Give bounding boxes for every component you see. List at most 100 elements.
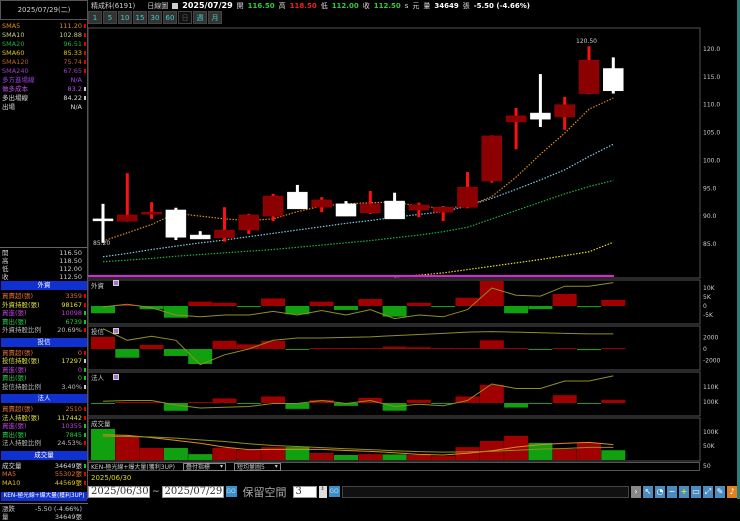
bar	[552, 293, 577, 306]
stock-chart: 120.0 115.0 110.0 105.0 100.0 95.0 90.0 85.0 120…	[87, 27, 721, 462]
bar	[601, 399, 626, 403]
candle-body	[603, 68, 624, 92]
ma-line-sma10	[102, 143, 614, 258]
candle-body	[408, 204, 430, 211]
bar	[358, 298, 383, 306]
chevron-down-icon: ▾	[219, 463, 223, 470]
y-tick-label: 50K	[703, 443, 716, 450]
fit-icon[interactable]: ⤢	[703, 485, 713, 498]
bar	[552, 348, 577, 349]
bar	[309, 301, 334, 306]
candle-body	[481, 135, 503, 182]
draw-icon[interactable]: ✎	[715, 485, 725, 498]
go-button[interactable]: GO	[225, 486, 237, 497]
bar	[601, 348, 626, 349]
holding-line	[102, 328, 614, 366]
date-range-toolbar: 2025/06/30 ~ 2025/07/29 GO 保留空間 3 ⇕ GO ›…	[88, 485, 737, 499]
settings-icon[interactable]	[113, 328, 119, 334]
go-button-2[interactable]: GO	[328, 486, 340, 497]
bar	[91, 428, 115, 460]
vol-select-value: 短均量圖5	[236, 464, 265, 471]
divider	[0, 503, 88, 504]
overlay-select-value: 疊付指標	[185, 464, 210, 471]
bar	[358, 348, 383, 349]
settings-icon[interactable]	[113, 374, 119, 380]
reserve-space-input[interactable]: 3	[292, 485, 317, 498]
clock-icon[interactable]: ◔	[655, 485, 665, 498]
bar	[406, 302, 431, 306]
end-date-value: 2025/07/29	[164, 486, 223, 497]
cursor-icon[interactable]: ↖	[643, 485, 653, 498]
y-tick-label: 2000	[703, 334, 718, 341]
bar	[601, 450, 626, 460]
bar	[309, 453, 334, 460]
bar	[334, 306, 358, 310]
bell-icon[interactable]: ♪	[727, 485, 737, 498]
overlay-indicator-select[interactable]: 疊付指標 ▾	[182, 462, 226, 471]
end-date-input[interactable]: 2025/07/29	[161, 485, 224, 498]
y-tick-label: 85.0	[703, 241, 717, 248]
y-tick-label: 100K	[703, 429, 719, 436]
panel-label-inst: 法人	[91, 374, 104, 382]
bar	[188, 402, 213, 403]
y-tick-label: -2000	[703, 358, 721, 365]
y-tick-label: 115.0	[703, 74, 720, 81]
bar	[528, 403, 553, 404]
candle-body	[578, 59, 600, 94]
scrollbar[interactable]	[341, 485, 629, 498]
bar	[431, 306, 456, 307]
y-tick-label: 0	[703, 303, 707, 310]
y-tick-label: 90.0	[703, 213, 717, 220]
scroll-right-icon[interactable]: ›	[631, 485, 641, 498]
bar	[479, 384, 504, 403]
reserve-space-label: 保留空間	[242, 485, 287, 499]
bar	[382, 346, 407, 349]
bar	[236, 449, 261, 460]
indicator-bar: KEN-極光線+爆大量(獲利3UP) 疊付指標 ▾ 短均量圖5 ▾	[88, 462, 700, 471]
cursor-date: 2025/06/30	[91, 474, 132, 482]
candle-body	[530, 112, 551, 120]
window-icon[interactable]: ▭	[691, 485, 701, 498]
bar	[431, 456, 456, 460]
price-annotation: 120.50	[576, 38, 597, 45]
candle-body	[384, 200, 405, 220]
start-date-value: 2025/06/30	[91, 486, 149, 497]
bar	[139, 344, 164, 349]
zoom-in-icon[interactable]: +	[679, 485, 689, 498]
panel-label-trust: 投信	[91, 328, 104, 336]
spinner-icon[interactable]: ⇕	[318, 485, 327, 498]
candle-body	[335, 203, 357, 217]
chevron-down-icon: ▾	[274, 463, 278, 470]
row-value: 34649張	[55, 513, 86, 521]
bar	[504, 403, 529, 408]
bar	[504, 306, 529, 314]
bar	[188, 454, 213, 460]
info-row: 漲跌 -5.50 (-4.66%)	[2, 505, 86, 513]
bar	[212, 447, 237, 460]
bar	[431, 348, 456, 349]
candle-body	[141, 211, 162, 215]
start-date-input[interactable]: 2025/06/30	[88, 485, 150, 498]
volume-indicator-select[interactable]: 短均量圖5 ▾	[233, 462, 281, 471]
bar	[334, 454, 358, 460]
y-tick-label: -5K	[703, 312, 714, 319]
bar	[91, 306, 115, 314]
value-text: 34649張	[54, 513, 82, 521]
ma-line-sma60	[394, 241, 614, 278]
y-tick-label: 100.0	[703, 157, 720, 164]
bar	[236, 344, 261, 349]
y-tick-label: 10K	[703, 285, 716, 292]
value-text: -5.50 (-4.66%)	[35, 505, 82, 513]
y-tick-label: 105.0	[703, 130, 720, 137]
bar	[479, 280, 504, 306]
candle-body	[117, 214, 138, 222]
bar	[358, 454, 383, 460]
candle-body	[554, 104, 575, 118]
settings-icon[interactable]	[113, 280, 119, 286]
candle-body	[214, 229, 235, 239]
panel-frame	[87, 27, 701, 279]
axis-label-50: 50	[703, 463, 711, 470]
bar	[261, 298, 286, 306]
zoom-out-icon[interactable]: −	[667, 485, 677, 498]
row-value: -5.50 (-4.66%)	[35, 505, 86, 513]
